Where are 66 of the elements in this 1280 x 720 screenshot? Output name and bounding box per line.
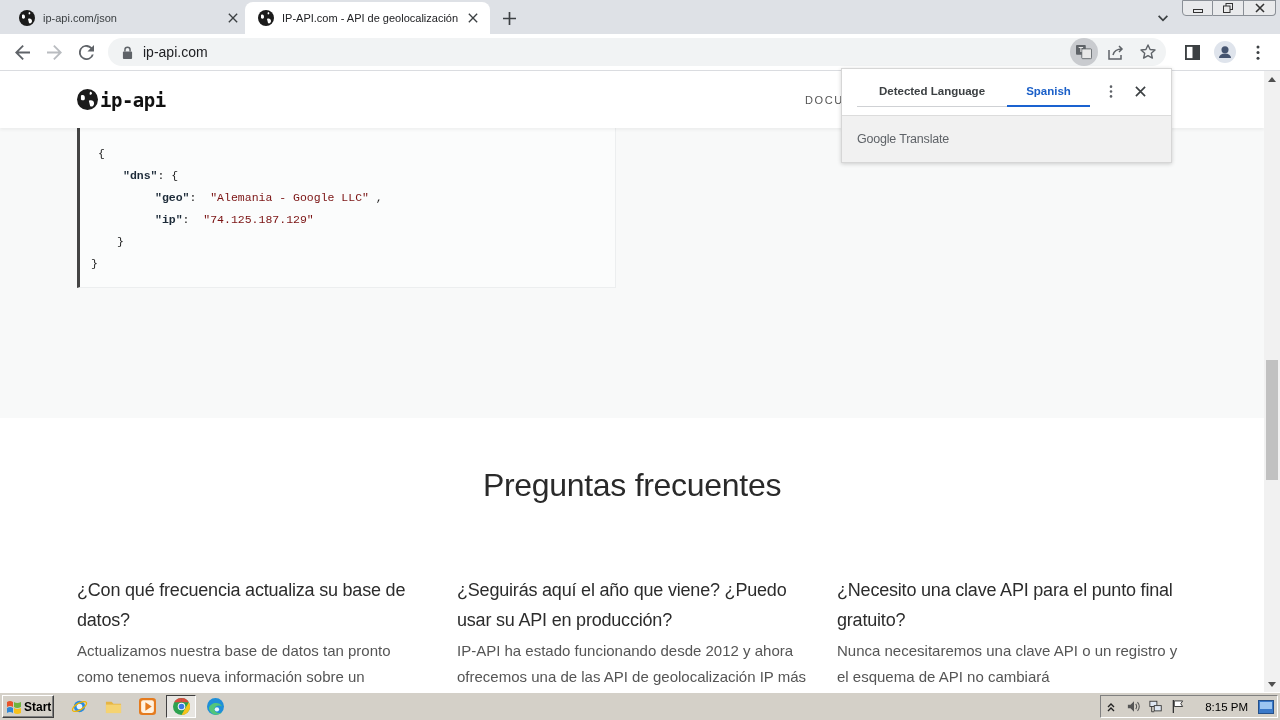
play-icon bbox=[138, 698, 156, 715]
translate-icon bbox=[1076, 44, 1092, 60]
url-text[interactable]: ip-api.com bbox=[143, 44, 208, 60]
taskbar-button[interactable] bbox=[166, 695, 196, 718]
minimize-icon bbox=[1192, 8, 1203, 13]
close-button[interactable] bbox=[1244, 0, 1276, 16]
scrollbar-thumb[interactable] bbox=[1266, 360, 1278, 480]
up-arrow-icon bbox=[1268, 76, 1276, 82]
restore-icon bbox=[1223, 3, 1233, 13]
share-icon bbox=[1108, 44, 1124, 60]
restore-button[interactable] bbox=[1213, 0, 1244, 16]
code-line: "dns": { bbox=[123, 168, 179, 184]
code-line: { bbox=[96, 146, 105, 162]
translate-brand-text: Google Translate bbox=[857, 132, 949, 146]
network-icon[interactable] bbox=[1149, 700, 1164, 713]
language-tab[interactable]: Spanish bbox=[1007, 76, 1090, 107]
profile-button[interactable] bbox=[1211, 38, 1239, 66]
show-desktop-icon[interactable] bbox=[1258, 699, 1274, 714]
site-logo[interactable]: ip-api bbox=[77, 88, 166, 111]
chevron-up-icon[interactable] bbox=[1107, 701, 1116, 712]
windows-flag-icon bbox=[6, 699, 22, 714]
section-heading: Preguntas frecuentes bbox=[482, 466, 782, 505]
segmented-circle-icon bbox=[172, 698, 190, 715]
flag-icon[interactable] bbox=[1171, 700, 1186, 713]
faq-answer: IP-API ha estado funcionando desde 2012 y ahora ofrecemos una de las API de geolocalización IP más bbox=[457, 641, 807, 687]
side-panel-icon bbox=[1184, 44, 1200, 60]
faq-question: ¿Necesito una clave API para el punto final gratuito? bbox=[837, 579, 1173, 632]
nav-link[interactable]: DOCU bbox=[805, 93, 844, 106]
close-icon[interactable] bbox=[228, 13, 238, 23]
faq-answer: Nunca necesitaremos una clave API o un registro y el esquema de API no cambiará bbox=[837, 641, 1178, 687]
start-button[interactable]: Start bbox=[2, 695, 54, 718]
globe-icon bbox=[19, 10, 35, 26]
close-icon[interactable] bbox=[468, 13, 478, 23]
close-icon bbox=[1254, 3, 1265, 13]
forward-icon bbox=[46, 44, 62, 60]
lock-icon bbox=[122, 45, 133, 59]
orbit-icon bbox=[70, 698, 88, 715]
more-icon bbox=[1256, 44, 1260, 60]
close-icon[interactable] bbox=[1135, 86, 1146, 97]
code-line: "geo": "Alemania - Google LLC" , bbox=[155, 190, 383, 206]
globe-icon bbox=[258, 10, 274, 26]
more-icon[interactable] bbox=[1109, 85, 1113, 98]
globe-icon bbox=[77, 89, 98, 110]
avatar-icon bbox=[1214, 41, 1236, 63]
reload-icon bbox=[78, 44, 94, 60]
faq-question: ¿Seguirás aquí el año que viene? ¿Puedo usar su API en producción? bbox=[457, 579, 787, 632]
browser-tab[interactable]: IP-API.com - API de geolocalización bbox=[245, 2, 490, 34]
down-arrow-icon bbox=[1268, 681, 1276, 687]
browser-tab[interactable]: ip-api.com/json bbox=[8, 2, 245, 34]
clock-text[interactable]: 8:15 PM bbox=[1205, 700, 1248, 713]
back-icon bbox=[14, 44, 30, 60]
language-tab[interactable]: Detected Language bbox=[857, 76, 1007, 107]
faq-question: ¿Con qué frecuencia actualiza su base de datos? bbox=[77, 579, 406, 632]
chevron-down-icon[interactable] bbox=[1157, 14, 1169, 22]
scrollbar[interactable] bbox=[1264, 71, 1280, 692]
swirl-icon bbox=[206, 698, 224, 715]
faq-answer: Actualizamos nuestra base de datos tan pronto como tenemos nueva información sobre un bbox=[77, 641, 391, 687]
translate-button[interactable] bbox=[1070, 38, 1098, 66]
plus-icon[interactable] bbox=[503, 11, 516, 25]
address-bar[interactable]: ip-api.com bbox=[108, 38, 1166, 66]
code-line: } bbox=[117, 234, 124, 250]
code-line: } bbox=[91, 256, 98, 272]
minimize-button[interactable] bbox=[1182, 0, 1213, 16]
star-icon bbox=[1140, 44, 1156, 60]
speaker-icon[interactable] bbox=[1127, 700, 1142, 713]
code-line: "ip": "74.125.187.129" bbox=[155, 212, 314, 228]
